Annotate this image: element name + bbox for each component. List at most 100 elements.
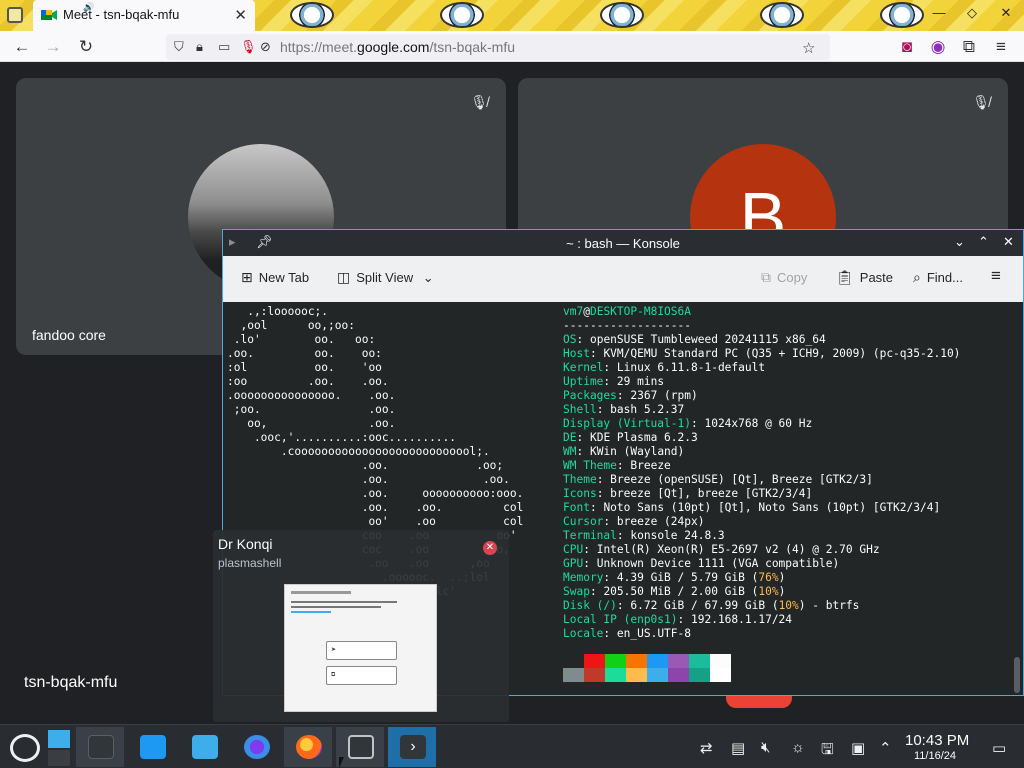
hamburger-menu-icon[interactable]: ≡ [991, 266, 1001, 286]
info-line: GPU: Unknown Device 1111 (VGA compatible… [563, 557, 840, 570]
color-swatch [689, 654, 710, 668]
info-line: CPU: Intel(R) Xeon(R) E5-2697 v2 (4) @ 2… [563, 543, 880, 556]
paste-icon: 📋︎ [836, 269, 854, 285]
pocket-icon[interactable]: ◙ [896, 36, 918, 58]
mic-off-icon: 🎙︎̸ [972, 94, 990, 110]
firefox-icon [244, 735, 270, 759]
fastfetch-output: vm7@DESKTOP-M8IOS6A ------------------- OS… [563, 305, 960, 641]
color-swatch [626, 654, 647, 668]
disk-icon[interactable]: 🖫 [821, 739, 834, 764]
extensions-icon[interactable]: ⧉ [958, 36, 980, 58]
meeting-code: tsn-bqak-mfu [24, 674, 118, 691]
url-bar[interactable]: ⛉ 🔒︎ ▭ 🎙︎ ⊘ https://meet.google.com/tsn-… [166, 34, 830, 60]
info-line: DE: KDE Plasma 6.2.3 [563, 431, 698, 444]
konsole-titlebar[interactable]: ▸ 📌︎ ~ : bash — Konsole ⌄ ⌃ ✕ [223, 230, 1023, 256]
split-view-button[interactable]: ◫ Split View ⌄ [337, 269, 434, 286]
find-button[interactable]: ⌕ Find... [913, 269, 963, 286]
info-line: Shell: bash 5.2.37 [563, 403, 685, 416]
app-launcher-button[interactable] [2, 727, 50, 767]
menu-icon[interactable]: ≡ [990, 36, 1012, 58]
taskbar-discover[interactable] [128, 727, 176, 767]
taskbar-konsole[interactable]: › [388, 727, 436, 767]
color-swatch [563, 668, 584, 682]
back-arrow-icon[interactable]: ← [11, 36, 33, 58]
forward-arrow-icon[interactable]: → [42, 36, 64, 58]
show-desktop-icon[interactable]: ▭ [992, 739, 1006, 757]
window-thumbnail[interactable]: ➤ ⧉ [284, 584, 437, 712]
shield-icon[interactable]: ⛉ [174, 39, 184, 55]
taskbar-dolphin[interactable] [180, 727, 228, 767]
mouse-cursor [339, 757, 349, 768]
network-status-icon[interactable]: ⇄ [700, 739, 713, 757]
display-icon[interactable]: ▣ [851, 739, 865, 757]
account-icon[interactable]: ◉ [927, 36, 949, 58]
copy-button[interactable]: ⧉ Copy [761, 269, 807, 286]
new-tab-button[interactable]: ⊞ New Tab [241, 269, 309, 286]
theme-decoration [290, 2, 334, 28]
theme-decoration [760, 2, 804, 28]
close-icon[interactable]: ✕ [483, 541, 497, 555]
clock-date[interactable]: 11/16/24 [914, 750, 956, 762]
taskbar-system-settings[interactable] [76, 727, 124, 767]
info-line: Local IP (enp0s1): 192.168.1.17/24 [563, 613, 793, 626]
info-line: OS: openSUSE Tumbleweed 20241115 x86_64 [563, 333, 826, 346]
browser-nav-bar: ← → ↻ ⛉ 🔒︎ ▭ 🎙︎ ⊘ https://meet.google.co… [0, 31, 1024, 62]
plasma-taskbar: › ⇄ ▤ 🔇︎ ☼ 🖫 ▣ ⌃ 10:43 PM 11/16/24 ▭ [0, 724, 1024, 768]
url-text[interactable]: https://meet.google.com/tsn-bqak-mfu [280, 39, 515, 55]
tab-title: Meet - tsn-bqak-mfu [63, 7, 180, 22]
lock-icon[interactable]: 🔒︎ [196, 39, 203, 55]
folder-icon [192, 735, 218, 759]
show-hidden-icons-chevron[interactable]: ⌃ [879, 739, 892, 757]
thumbnail-text [291, 591, 351, 594]
preview-title: Dr Konqi [218, 536, 273, 552]
new-tab-label: New Tab [258, 270, 310, 285]
konsole-toolbar: ⊞ New Tab ◫ Split View ⌄ ⧉ Copy 📋︎ Paste ⌕ Fi… [223, 256, 1023, 302]
microphone-icon[interactable]: 🎙︎ [240, 39, 257, 55]
close-window-icon[interactable]: ✕ [996, 5, 1016, 21]
maximize-icon[interactable]: ⌃ [978, 234, 989, 250]
taskbar-firefox[interactable] [284, 727, 332, 767]
brightness-icon[interactable]: ☼ [791, 739, 805, 756]
camera-permission-icon[interactable]: ▭ [218, 39, 230, 55]
info-line: Theme: Breeze (openSUSE) [Qt], Breeze [G… [563, 473, 873, 486]
close-icon[interactable]: ✕ [1003, 234, 1014, 250]
bookmark-star-icon[interactable]: ☆ [802, 39, 815, 57]
split-view-icon: ◫ [337, 269, 351, 285]
thumbnail-button: ➤ [326, 641, 397, 660]
info-line: Cursor: breeze (24px) [563, 515, 705, 528]
autoplay-blocked-icon[interactable]: ⊘ [260, 39, 271, 55]
chevron-down-icon[interactable]: ⌄ [423, 270, 434, 285]
clipboard-icon[interactable]: ▤ [731, 739, 745, 757]
copy-icon: ⧉ [761, 269, 771, 285]
paste-label: Paste [859, 270, 894, 285]
theme-decoration [600, 2, 644, 28]
minimize-icon[interactable]: ⌄ [954, 234, 965, 250]
desktop-pager[interactable] [46, 727, 74, 767]
google-meet-icon [41, 10, 57, 20]
tab-close-button[interactable]: ✕ [234, 6, 247, 24]
info-line: Terminal: konsole 24.8.3 [563, 529, 725, 542]
tab-list-icon[interactable] [7, 7, 23, 23]
info-line: Locale: en_US.UTF-8 [563, 627, 691, 640]
firefox-icon [296, 735, 322, 759]
info-line: ------------------- [563, 319, 691, 332]
reload-icon[interactable]: ↻ [75, 36, 97, 58]
mic-off-icon: 🎙︎̸ [470, 94, 488, 110]
minimize-icon[interactable]: — [929, 5, 949, 20]
scrollbar[interactable] [1014, 657, 1020, 693]
color-swatch [563, 654, 584, 668]
taskbar-firefox-launcher[interactable] [232, 727, 280, 767]
find-label: Find... [926, 270, 963, 285]
volume-muted-icon[interactable]: 🔇︎ [761, 739, 770, 756]
color-swatch [668, 668, 689, 682]
tab-meet[interactable]: 🔊 Meet - tsn-bqak-mfu ✕ [33, 0, 255, 31]
info-line: Icons: breeze [Qt], breeze [GTK2/3/4] [563, 487, 813, 500]
clock-time[interactable]: 10:43 PM [905, 732, 969, 749]
paste-button[interactable]: 📋︎ Paste [836, 269, 893, 286]
maximize-icon[interactable]: ◇ [962, 5, 982, 21]
color-swatch [668, 654, 689, 668]
info-line: Kernel: Linux 6.11.8-1-default [563, 361, 766, 374]
info-line: Display (Virtual-1): 1024x768 @ 60 Hz [563, 417, 813, 430]
thumbnail-link [291, 611, 331, 613]
task-preview-popup[interactable]: Dr Konqi plasmashell ✕ ➤ ⧉ [213, 530, 509, 722]
